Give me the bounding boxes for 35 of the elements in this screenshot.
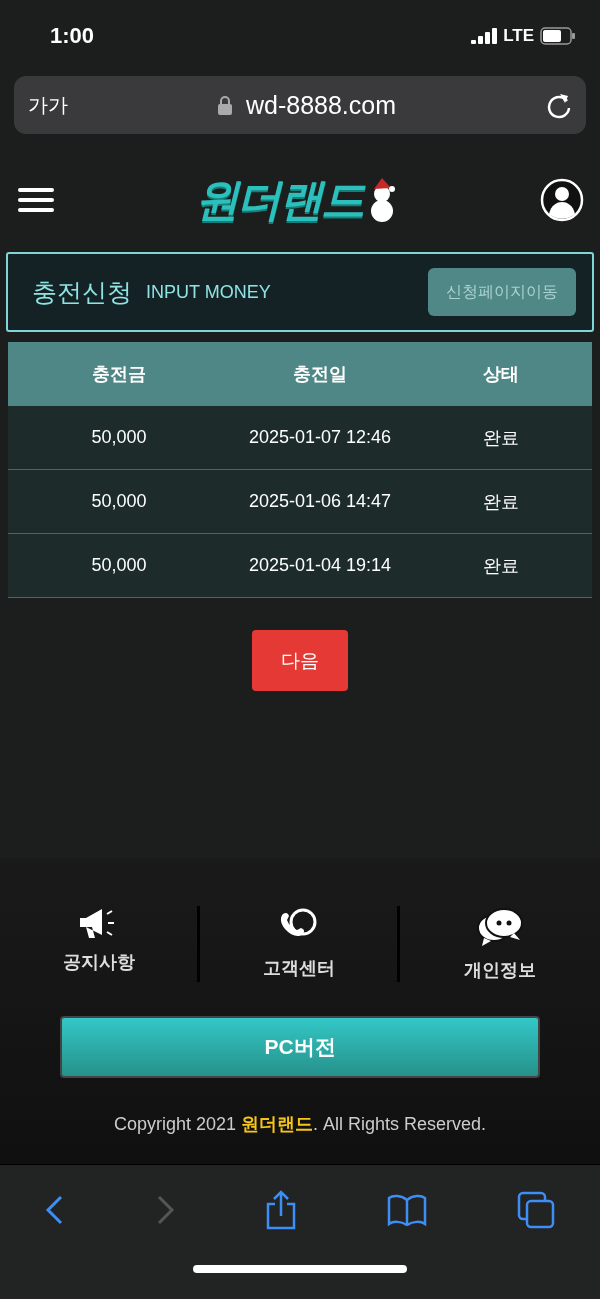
footer-link[interactable]: 고객센터 <box>200 906 400 982</box>
user-avatar-icon[interactable] <box>540 178 584 222</box>
table-cell-text: 완료 <box>482 426 520 450</box>
back-icon[interactable] <box>45 1194 65 1226</box>
panel-title: 충전신청 <box>32 276 132 308</box>
share-icon[interactable] <box>265 1190 297 1230</box>
logo-text[interactable]: 원더랜드 <box>195 170 363 230</box>
text-size-button[interactable]: 가가 <box>28 91 68 119</box>
lock-icon <box>217 95 232 115</box>
table-cell-text: 2025-01-04 19:14 <box>247 554 393 577</box>
reload-icon[interactable] <box>546 91 572 119</box>
url-text: wd-8888.com <box>245 90 397 120</box>
footer-link[interactable]: 공지사항 <box>0 906 200 982</box>
chat-bubbles-icon <box>476 906 524 948</box>
column-header: 충전금 <box>91 363 147 386</box>
table-cell-text: 2025-01-06 14:47 <box>247 490 393 513</box>
column-header: 충전일 <box>292 363 348 386</box>
next-button[interactable]: 다음 <box>252 630 348 691</box>
footer-link[interactable]: 개인정보 <box>400 906 600 982</box>
table-cell-text: 50,000 <box>90 554 148 577</box>
signal-icon <box>471 28 498 44</box>
battery-icon <box>540 27 576 45</box>
tabs-icon[interactable] <box>517 1191 555 1229</box>
status-time: 1:00 <box>50 23 95 49</box>
column-header: 상태 <box>482 363 520 386</box>
network-label: LTE <box>503 26 534 46</box>
panel-subtitle: INPUT MONEY <box>146 281 272 303</box>
copyright-text: Copyright 2021 원더랜드. All Rights Reserved. <box>113 1113 487 1136</box>
table-cell-text: 50,000 <box>90 490 148 513</box>
table-cell-text: 50,000 <box>90 426 148 449</box>
table-cell-text: 완료 <box>482 554 520 578</box>
table-cell-text: 완료 <box>482 490 520 514</box>
book-icon[interactable] <box>387 1194 427 1226</box>
table-cell-text: 2025-01-07 12:46 <box>247 426 393 449</box>
menu-icon[interactable] <box>18 187 54 213</box>
